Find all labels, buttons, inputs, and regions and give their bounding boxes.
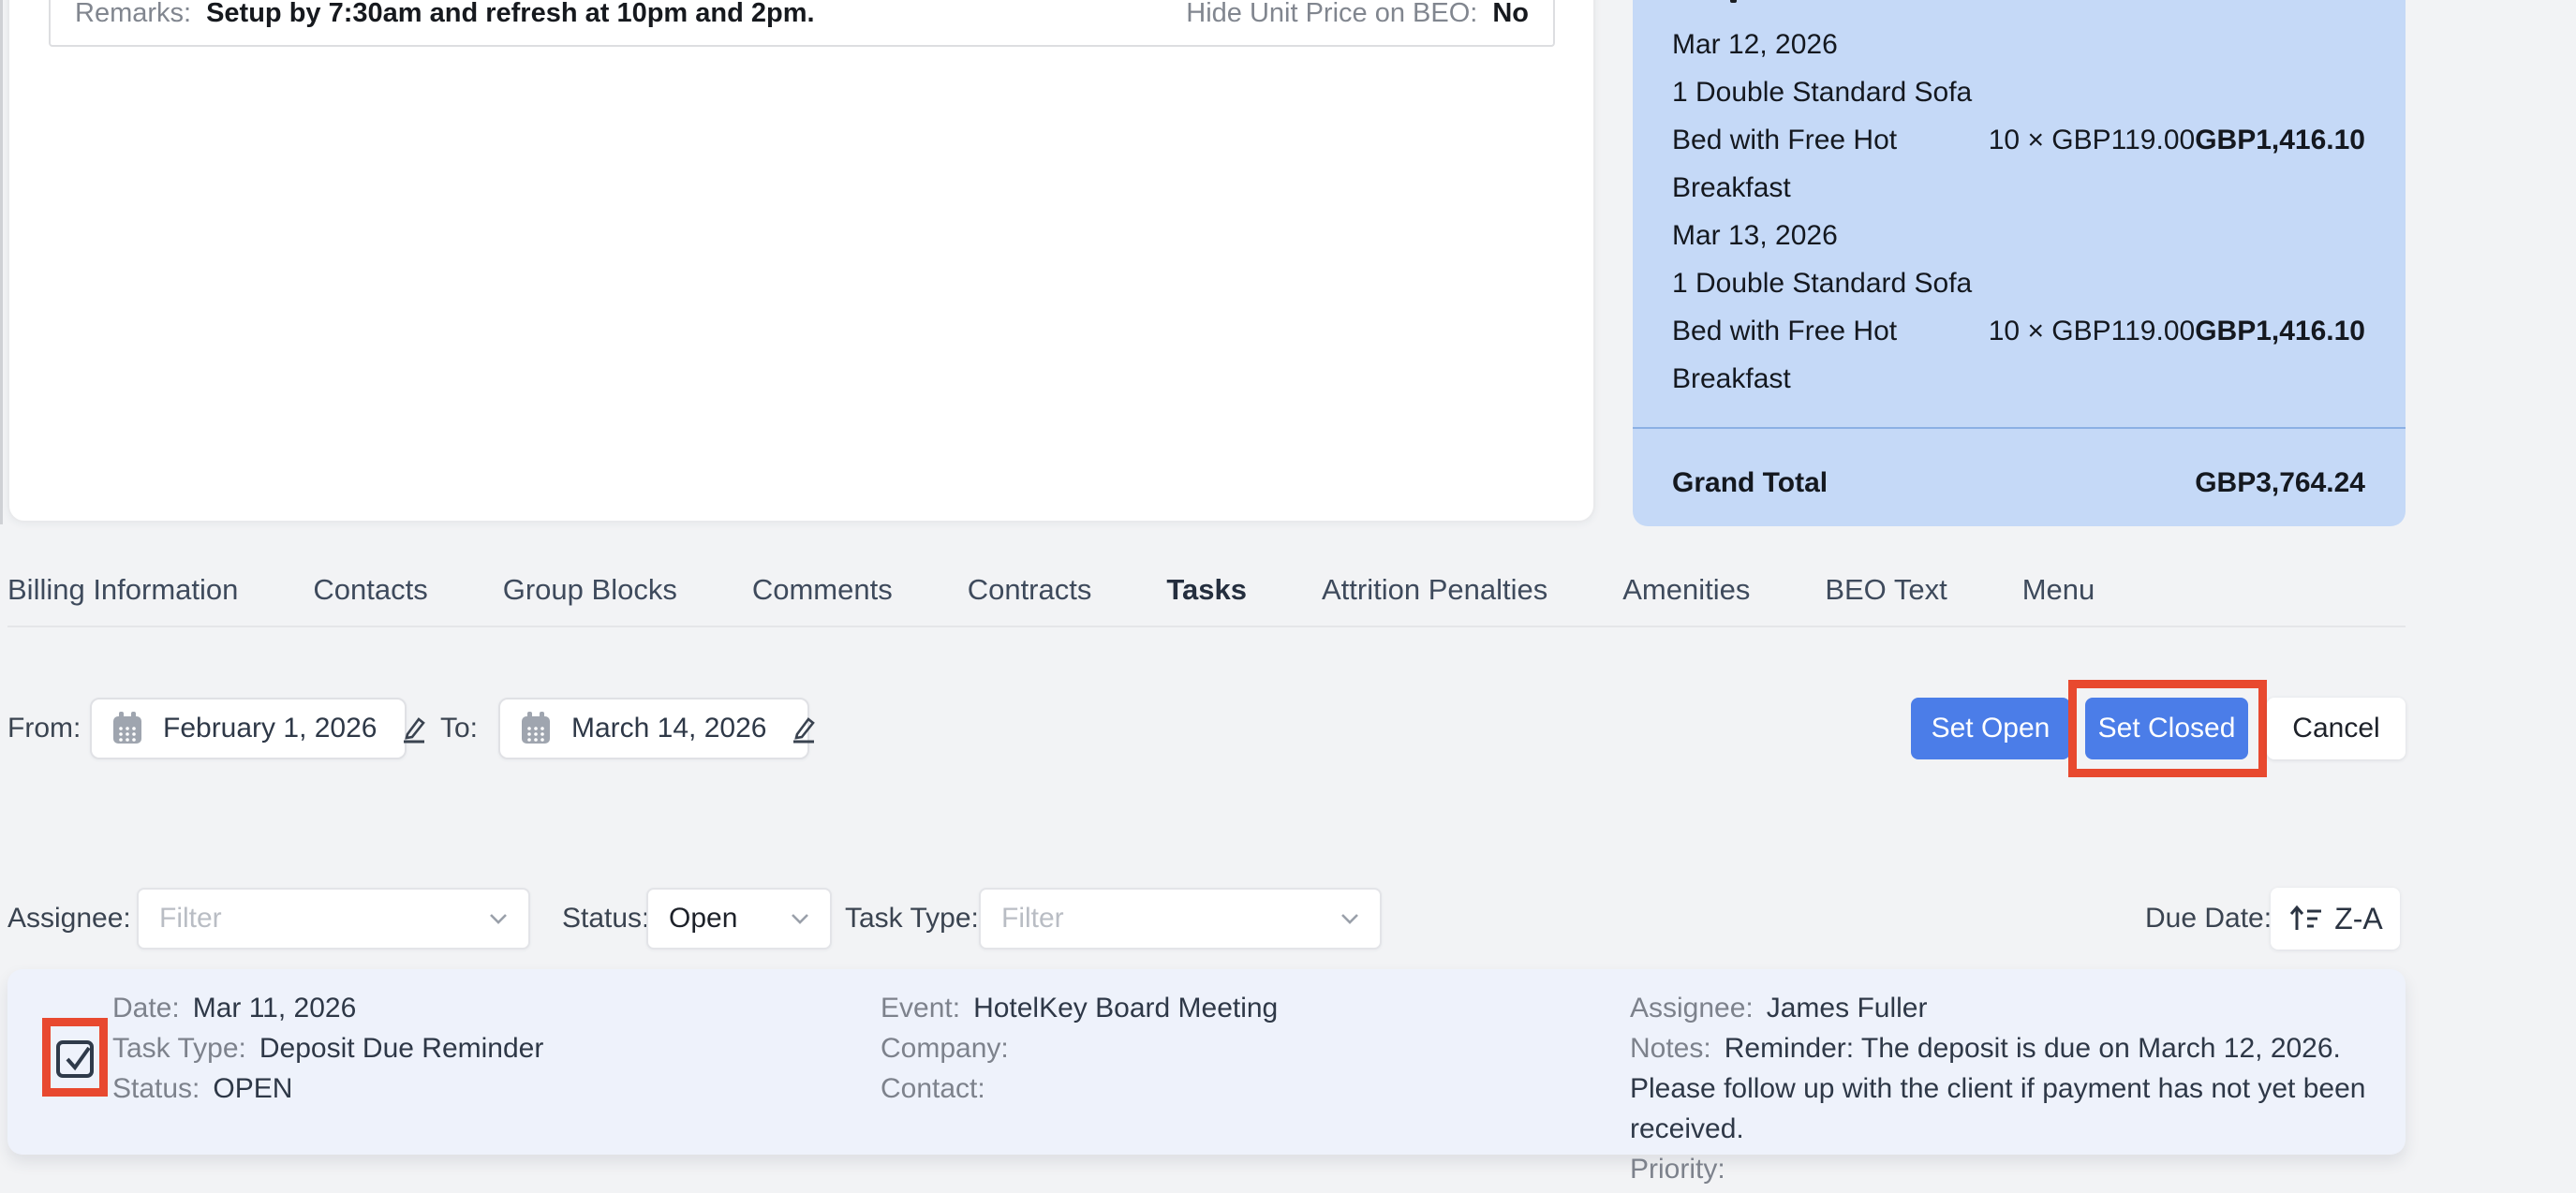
task-assignee-value: James Fuller [1767, 993, 1928, 1024]
line-item-total: GBP1,416.10 [2195, 125, 2365, 156]
tab-amenities[interactable]: Amenities [1622, 573, 1750, 607]
task-checkbox-icon[interactable] [51, 1033, 99, 1082]
status-filter-value: Open [669, 903, 737, 935]
hide-unit-price-value: No [1492, 0, 1529, 29]
line-item-row: 1 Double Standard Sofa Bed with Free Hot… [1672, 259, 2365, 403]
sort-descending-icon [2287, 903, 2323, 935]
assignee-filter-select[interactable]: Filter [137, 888, 530, 950]
line-item-date: Mar 13, 2026 [1672, 212, 2365, 259]
to-date-value: March 14, 2026 [571, 713, 766, 744]
task-type-filter-select[interactable]: Filter [979, 888, 1382, 950]
grand-total-row: Grand Total GBP3,764.24 [1672, 459, 2365, 507]
task-status-label: Status: [112, 1073, 200, 1104]
from-label: From: [7, 698, 81, 759]
tab-beo-text[interactable]: BEO Text [1825, 573, 1947, 607]
tab-group-blocks[interactable]: Group Blocks [503, 573, 677, 607]
annotation-box-checkbox [42, 1018, 108, 1097]
set-closed-button[interactable]: Set Closed [2085, 698, 2248, 759]
task-status-value: OPEN [213, 1073, 292, 1104]
chevron-down-icon [1340, 913, 1359, 924]
task-type-value: Deposit Due Reminder [259, 1033, 543, 1064]
due-date-label: Due Date: [2145, 888, 2272, 950]
task-notes-label: Notes: [1630, 1033, 1711, 1064]
event-tab-bar: Billing Information Contacts Group Block… [7, 573, 2406, 607]
from-date-field[interactable]: February 1, 2026 [90, 698, 407, 759]
task-assignee-column: Assignee: James Fuller Notes:Reminder: Th… [1630, 988, 2379, 1189]
grand-total-divider [1633, 427, 2406, 429]
task-summary-column: Date: Mar 11, 2026 Task Type: Deposit Due … [112, 988, 543, 1109]
tab-comments[interactable]: Comments [752, 573, 893, 607]
to-label: To: [440, 698, 478, 759]
task-assignee-label: Assignee: [1630, 993, 1754, 1024]
remarks-value: Setup by 7:30am and refresh at 10pm and … [206, 0, 814, 29]
task-type-label: Task Type: [112, 1033, 246, 1064]
tab-contacts[interactable]: Contacts [313, 573, 427, 607]
tab-menu[interactable]: Menu [2022, 573, 2095, 607]
line-item-product: 1 Double Standard Sofa Bed with Free Hot… [1672, 259, 1974, 403]
to-date-field[interactable]: March 14, 2026 [498, 698, 809, 759]
status-filter-label: Status: [562, 888, 649, 950]
edit-pencil-icon[interactable] [395, 712, 429, 745]
remarks-field[interactable]: Remarks: Setup by 7:30am and refresh at … [49, 0, 1555, 47]
event-tasks-screen: Remarks: Setup by 7:30am and refresh at … [0, 0, 2576, 1193]
tab-bar-divider [7, 626, 2406, 627]
task-contact-label: Contact: [881, 1073, 985, 1104]
task-priority-label: Priority: [1630, 1154, 1725, 1185]
chevron-down-icon [489, 913, 508, 924]
from-date-value: February 1, 2026 [163, 713, 377, 744]
line-item-product: 1 Double Standard Sofa Bed with Free Hot… [1672, 68, 1974, 212]
task-event-label: Event: [881, 993, 960, 1024]
line-item-qty-price: 10 × GBP119.00 [1974, 316, 2195, 347]
line-item-row: 1 Double Standard Sofa Bed with Free Hot… [1672, 68, 2365, 212]
assignee-filter-label: Assignee: [7, 888, 131, 950]
tab-tasks[interactable]: Tasks [1166, 573, 1247, 607]
remarks-label: Remarks: [75, 0, 191, 29]
tab-attrition-penalties[interactable]: Attrition Penalties [1322, 573, 1547, 607]
tab-billing-information[interactable]: Billing Information [7, 573, 238, 607]
task-date-label: Date: [112, 993, 180, 1024]
line-item-qty-price: 10 × GBP119.00 [1974, 125, 2195, 156]
cancel-button[interactable]: Cancel [2267, 698, 2406, 759]
task-event-value: HotelKey Board Meeting [973, 993, 1278, 1024]
task-notes-value: Reminder: The deposit is due on March 12… [1630, 1033, 2365, 1144]
due-date-sort-button[interactable]: Z-A [2271, 888, 2400, 950]
calendar-icon [111, 710, 144, 747]
task-company-label: Company: [881, 1033, 1009, 1064]
chevron-down-icon [791, 913, 809, 924]
task-date-value: Mar 11, 2026 [193, 993, 357, 1024]
line-item-date: Mar 12, 2026 [1672, 21, 2365, 68]
clipped-text-fragment [1730, 0, 1737, 3]
calendar-icon [519, 710, 553, 747]
status-filter-select[interactable]: Open [646, 888, 832, 950]
assignee-filter-placeholder: Filter [159, 903, 222, 935]
pricing-summary-panel: Mar 12, 2026 1 Double Standard Sofa Bed … [1633, 0, 2406, 526]
edit-pencil-icon[interactable] [785, 712, 819, 745]
set-open-button[interactable]: Set Open [1911, 698, 2070, 759]
grand-total-label: Grand Total [1672, 459, 1828, 507]
left-edge-divider [0, 0, 3, 524]
grand-total-value: GBP3,764.24 [2195, 459, 2365, 507]
tab-contracts[interactable]: Contracts [968, 573, 1092, 607]
task-event-column: Event: HotelKey Board Meeting Company: Co… [881, 988, 1278, 1109]
sort-direction-label: Z-A [2334, 902, 2383, 936]
task-type-filter-placeholder: Filter [1001, 903, 1064, 935]
task-list-item[interactable]: Date: Mar 11, 2026 Task Type: Deposit Due … [7, 969, 2406, 1155]
line-item-total: GBP1,416.10 [2195, 316, 2365, 347]
event-details-card: Remarks: Setup by 7:30am and refresh at … [7, 0, 1595, 523]
task-type-filter-label: Task Type: [845, 888, 979, 950]
hide-unit-price-label: Hide Unit Price on BEO: [1186, 0, 1477, 29]
